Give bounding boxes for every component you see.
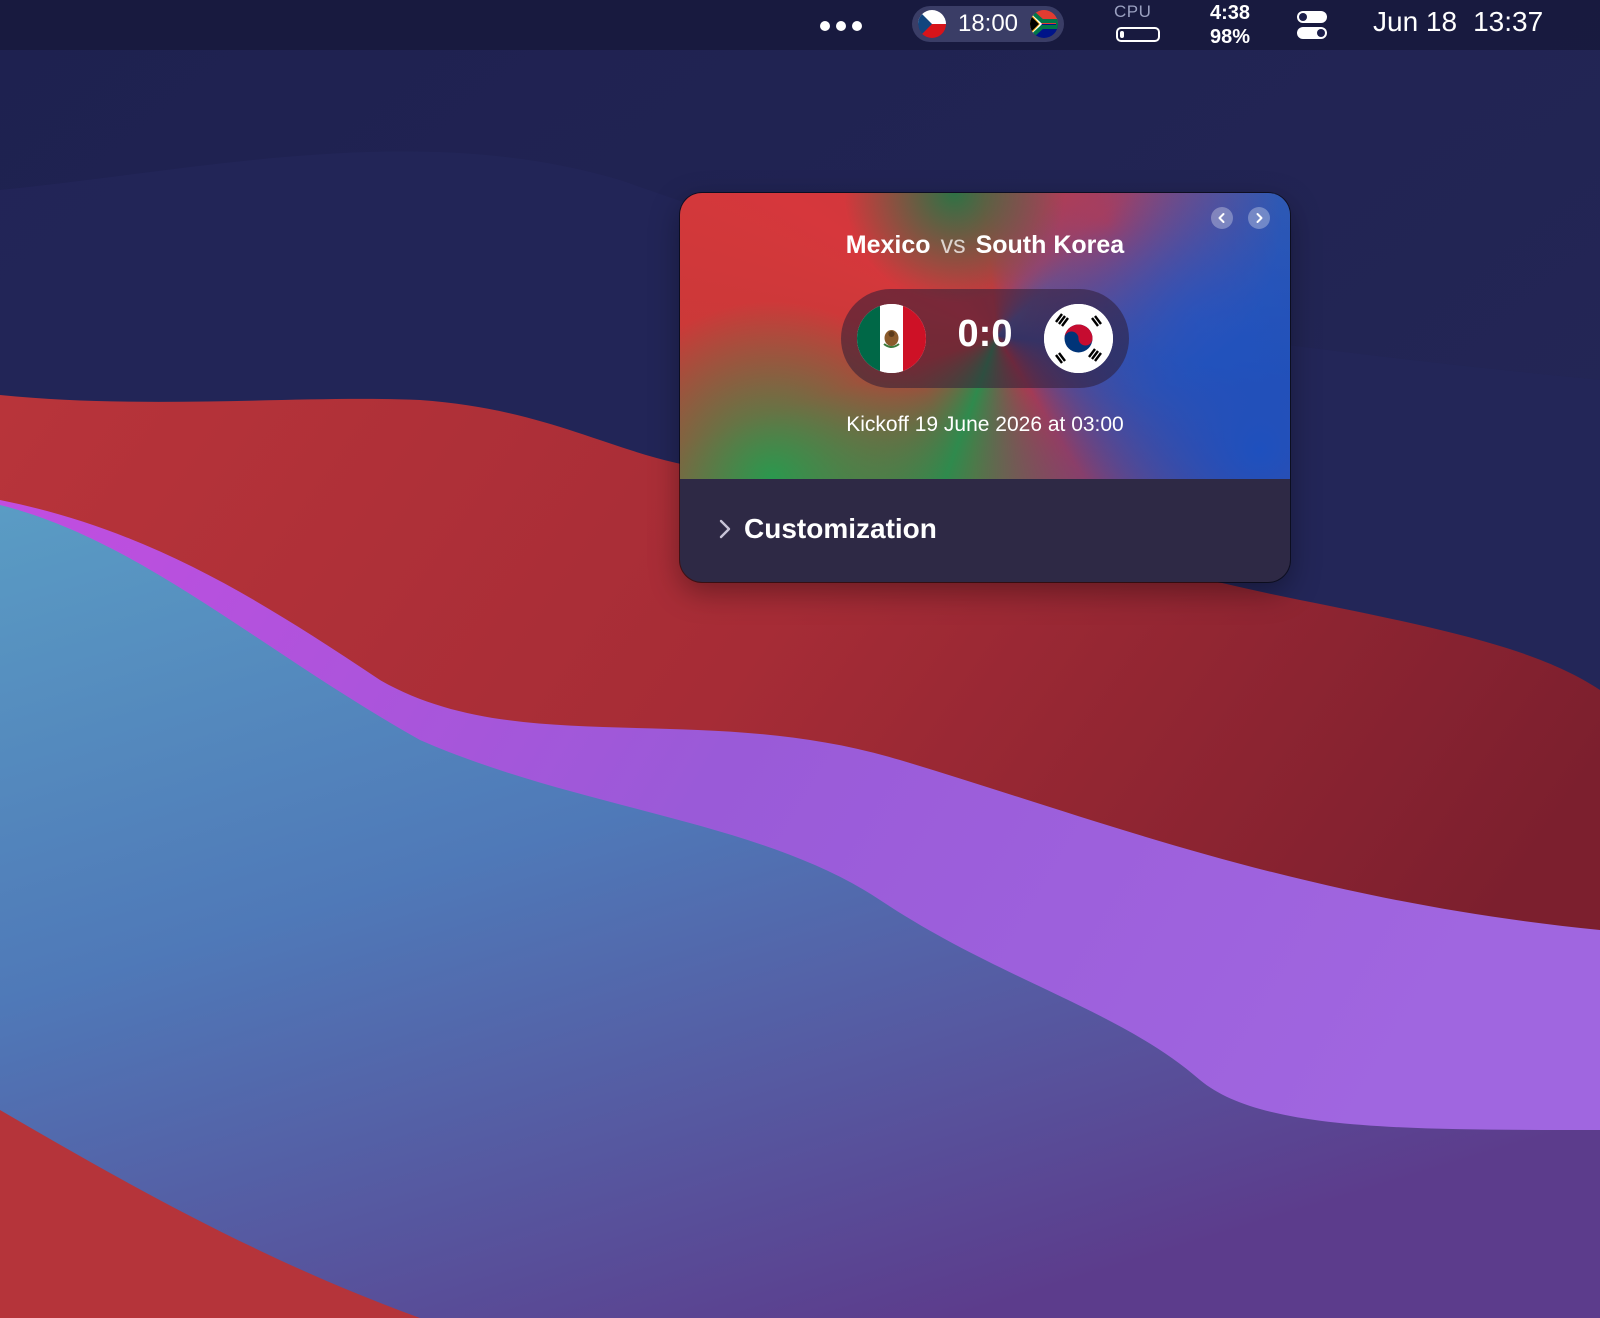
battery-time[interactable]: 4:38 [1205, 2, 1255, 25]
kickoff-info: Kickoff 19 June 2026 at 03:00 [846, 413, 1124, 436]
cpu-usage-bar[interactable] [1116, 27, 1160, 42]
chevron-right-icon[interactable] [1248, 207, 1270, 229]
chevron-left-icon[interactable] [1211, 207, 1233, 229]
control-center-icon[interactable] [1296, 10, 1328, 40]
clock-date: Jun 18 [1373, 6, 1458, 37]
score-pill: 0:0 [841, 289, 1129, 388]
menubar-clock[interactable]: Jun 18 13:37 [1373, 6, 1543, 38]
home-team-name: Mexico [845, 231, 931, 259]
score: 0:0 [957, 313, 1013, 355]
match-title: Mexico vs South Korea [680, 231, 1290, 260]
south-korea-flag-icon [1044, 304, 1113, 373]
ellipsis-icon[interactable] [820, 20, 862, 32]
menubar-match-item[interactable]: 18:00 [912, 6, 1064, 42]
mexico-flag-icon [857, 304, 926, 373]
south-africa-flag-icon [1030, 10, 1058, 38]
customization-disclosure[interactable]: Customization [716, 513, 937, 545]
match-card: Mexico vs South Korea 0:0 Kickoff 19 Jun… [680, 193, 1290, 479]
cpu-usage-fill [1120, 31, 1124, 38]
chevron-right-icon [719, 519, 731, 539]
czech-flag-icon [918, 10, 946, 38]
menubar-match-time: 18:00 [957, 10, 1019, 37]
match-navigation [1211, 207, 1270, 229]
battery-percent[interactable]: 98% [1203, 26, 1257, 49]
vs-label: vs [940, 231, 966, 259]
clock-time: 13:37 [1473, 6, 1544, 37]
cpu-label: CPU [1114, 2, 1152, 21]
match-widget: Mexico vs South Korea 0:0 Kickoff 19 Jun… [680, 193, 1290, 582]
menu-bar: 18:00 CPU 4:38 98% Jun 18 13:37 [0, 0, 1600, 50]
away-team-name: South Korea [975, 231, 1125, 259]
customization-label: Customization [744, 513, 937, 544]
